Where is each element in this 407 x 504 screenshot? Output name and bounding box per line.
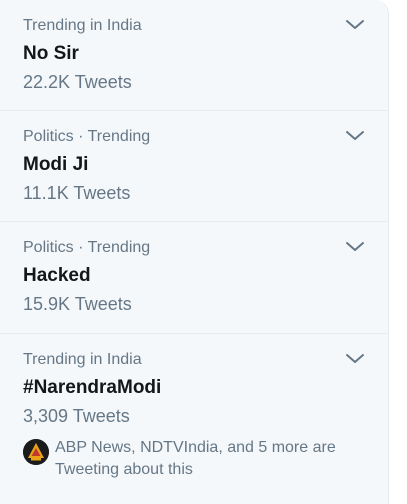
trend-item[interactable]: Politics · Trending Hacked 15.9K Tweets xyxy=(0,222,388,334)
scroll-gutter xyxy=(389,0,407,504)
chevron-down-icon[interactable] xyxy=(344,17,366,33)
trend-context: Trending in India xyxy=(23,17,142,34)
trend-context: Trending in India xyxy=(23,351,142,368)
trend-name: Hacked xyxy=(23,265,91,286)
tweeting-about-text: ABP News, NDTVIndia, and 5 more are Twee… xyxy=(55,439,336,478)
trend-tweet-count: 3,309 Tweets xyxy=(23,406,130,426)
abp-news-avatar[interactable] xyxy=(23,439,49,465)
chevron-down-icon[interactable] xyxy=(344,239,366,255)
trend-item[interactable]: Politics · Trending Modi Ji 11.1K Tweets xyxy=(0,111,388,222)
trend-tweet-count: 15.9K Tweets xyxy=(23,294,132,314)
trend-name: Modi Ji xyxy=(23,154,89,175)
chevron-down-icon[interactable] xyxy=(344,128,366,144)
trend-tweet-count: 22.2K Tweets xyxy=(23,72,132,92)
trend-name: No Sir xyxy=(23,43,79,64)
trend-context: Politics · Trending xyxy=(23,128,151,145)
trends-panel: Trending in India No Sir 22.2K Tweets Po… xyxy=(0,0,389,504)
trend-name: #NarendraModi xyxy=(23,377,162,398)
trend-context: Politics · Trending xyxy=(23,239,151,256)
trend-item[interactable]: Trending in India No Sir 22.2K Tweets xyxy=(0,0,388,111)
tweeting-about-row[interactable]: ABP News, NDTVIndia, and 5 more are Twee… xyxy=(23,437,366,481)
trend-tweet-count: 11.1K Tweets xyxy=(23,183,131,203)
trend-item[interactable]: Trending in India #NarendraModi 3,309 Tw… xyxy=(0,334,388,504)
chevron-down-icon[interactable] xyxy=(344,351,366,367)
